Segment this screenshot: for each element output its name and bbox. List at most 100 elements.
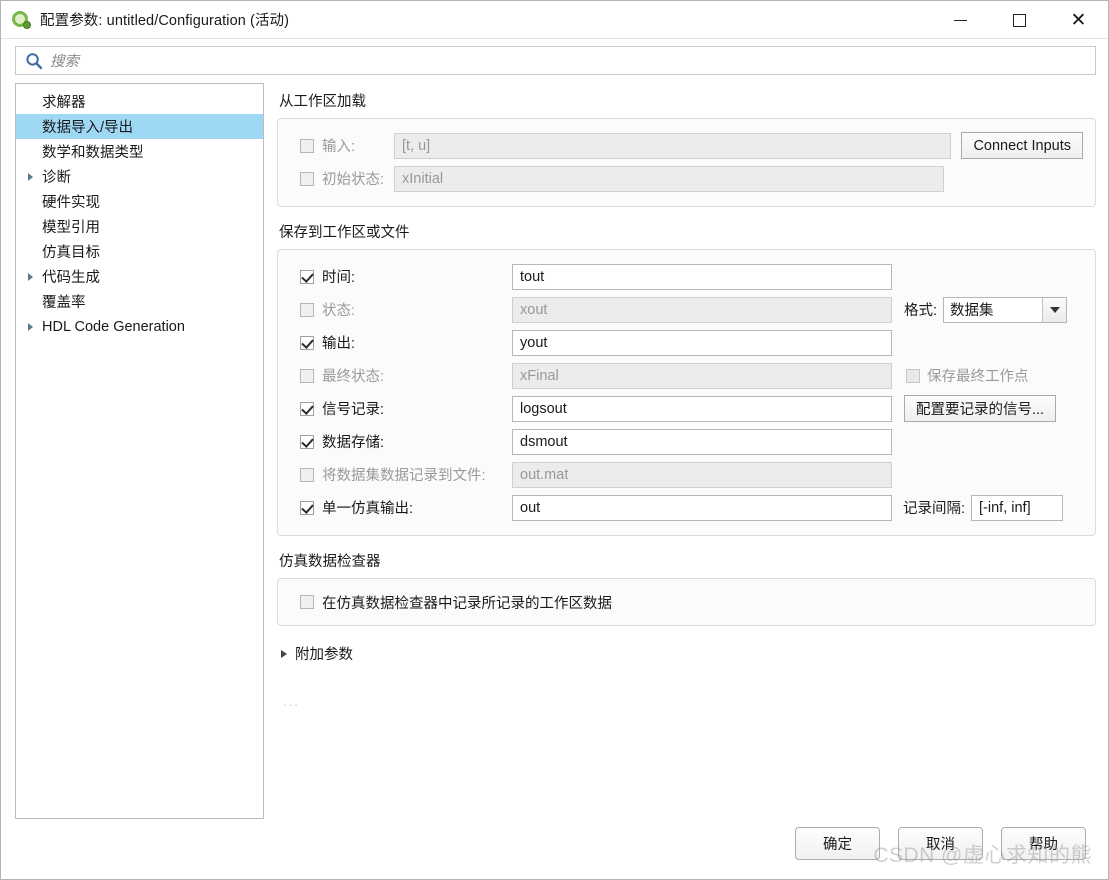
states-label: 状态: (322, 303, 356, 319)
final-states-label: 最终状态: (322, 369, 385, 385)
format-label: 格式: (904, 303, 938, 319)
save-final-operating-point-checkbox[interactable] (906, 368, 920, 383)
sidebar-item-model-referencing[interactable]: 模型引用 (16, 214, 263, 239)
search-icon (26, 52, 43, 69)
configuration-parameters-window: 配置参数: untitled/Configuration (活动) ✕ 搜索 求… (0, 0, 1109, 880)
output-label: 输出: (322, 336, 356, 352)
inspector-section-title: 仿真数据检查器 (279, 554, 381, 570)
sidebar-item-hardware-implementation[interactable]: 硬件实现 (16, 189, 263, 214)
dialog-footer: 确定 取消 帮助 CSDN @虚心求知的熊 (1, 819, 1108, 879)
record-workspace-data-checkbox[interactable] (300, 595, 314, 609)
data-stores-label: 数据存储: (322, 435, 385, 451)
data-stores-field[interactable]: dsmout (512, 428, 892, 455)
settings-pane: 从工作区加载 输入: [t, u] Connect Inputs 初始状态: x… (277, 83, 1096, 819)
signal-logging-field[interactable]: logsout (512, 395, 892, 422)
initial-state-checkbox[interactable] (300, 171, 314, 186)
additional-parameters-label: 附加参数 (295, 647, 353, 663)
settings-tree[interactable]: 求解器 数据导入/导出 数学和数据类型 诊断 硬件实现 模型引用 仿真目标 代码… (15, 83, 264, 819)
logging-interval-label: 记录间隔: (903, 501, 966, 517)
simulation-data-inspector-group: 在仿真数据检查器中记录所记录的工作区数据 (277, 578, 1096, 626)
sidebar-item-coverage[interactable]: 覆盖率 (16, 289, 263, 314)
title-bar: 配置参数: untitled/Configuration (活动) ✕ (1, 1, 1108, 39)
connect-inputs-button[interactable]: Connect Inputs (961, 132, 1083, 159)
input-checkbox[interactable] (300, 138, 314, 153)
maximize-button[interactable] (990, 1, 1049, 39)
single-simulation-output-label: 单一仿真输出: (322, 501, 414, 517)
dialog-body: 求解器 数据导入/导出 数学和数据类型 诊断 硬件实现 模型引用 仿真目标 代码… (1, 83, 1108, 819)
logging-interval-field[interactable]: [-inf, inf] (971, 494, 1064, 521)
sidebar-item-label: 数据导入/导出 (42, 120, 134, 136)
record-workspace-data-label: 在仿真数据检查器中记录所记录的工作区数据 (322, 595, 612, 612)
save-section-title: 保存到工作区或文件 (279, 225, 410, 241)
time-label: 时间: (322, 270, 356, 286)
log-dataset-to-file-checkbox[interactable] (300, 467, 314, 482)
states-row: 状态: xout 格式: 数据集 (290, 293, 1083, 326)
ellipsis-indicator: ... (283, 694, 300, 709)
window-title: 配置参数: untitled/Configuration (活动) (40, 13, 290, 29)
window-controls: ✕ (931, 1, 1108, 39)
initial-state-row: 初始状态: xInitial (290, 162, 1083, 195)
format-select[interactable]: 数据集 (943, 296, 1068, 323)
save-final-operating-point-label: 保存最终工作点 (927, 369, 1029, 385)
time-field[interactable]: tout (512, 263, 892, 290)
chevron-down-icon[interactable] (1042, 297, 1067, 322)
time-checkbox[interactable] (300, 269, 314, 284)
initial-state-field[interactable]: xInitial (394, 165, 944, 192)
sidebar-item-simulation-target[interactable]: 仿真目标 (16, 239, 263, 264)
sidebar-item-solver[interactable]: 求解器 (16, 89, 263, 114)
states-checkbox[interactable] (300, 302, 314, 317)
chevron-right-icon[interactable] (22, 272, 38, 281)
data-stores-checkbox[interactable] (300, 434, 314, 449)
record-workspace-data-row: 在仿真数据检查器中记录所记录的工作区数据 (290, 588, 1083, 616)
sidebar-item-hdl-code-generation[interactable]: HDL Code Generation (16, 314, 263, 339)
log-dataset-to-file-label: 将数据集数据记录到文件: (322, 468, 486, 484)
load-from-workspace-group: 输入: [t, u] Connect Inputs 初始状态: xInitial (277, 118, 1096, 207)
signal-logging-checkbox[interactable] (300, 401, 314, 416)
final-states-field[interactable]: xFinal (512, 362, 892, 389)
sidebar-item-label: 硬件实现 (42, 195, 100, 211)
signal-logging-row: 信号记录: logsout 配置要记录的信号... (290, 392, 1083, 425)
sidebar-item-data-import-export[interactable]: 数据导入/导出 (16, 114, 263, 139)
configure-signals-to-log-button[interactable]: 配置要记录的信号... (904, 395, 1057, 422)
input-row: 输入: [t, u] Connect Inputs (290, 129, 1083, 162)
close-button[interactable]: ✕ (1049, 1, 1108, 39)
sidebar-item-label: HDL Code Generation (42, 318, 185, 335)
minimize-button[interactable] (931, 1, 990, 39)
time-row: 时间: tout (290, 260, 1083, 293)
search-placeholder: 搜索 (50, 54, 79, 70)
input-field[interactable]: [t, u] (394, 132, 952, 159)
single-simulation-output-field[interactable]: out (512, 494, 892, 521)
final-states-checkbox[interactable] (300, 368, 314, 383)
single-simulation-output-checkbox[interactable] (300, 500, 314, 515)
additional-parameters-toggle[interactable]: 附加参数 (281, 643, 1096, 664)
chevron-right-icon (281, 649, 287, 658)
help-button[interactable]: 帮助 (1001, 826, 1086, 860)
states-field[interactable]: xout (512, 296, 892, 323)
output-checkbox[interactable] (300, 335, 314, 350)
sidebar-item-diagnostics[interactable]: 诊断 (16, 164, 263, 189)
sidebar-item-label: 仿真目标 (42, 245, 100, 261)
output-row: 输出: yout (290, 326, 1083, 359)
format-select-value: 数据集 (950, 303, 994, 319)
signal-logging-label: 信号记录: (322, 402, 385, 418)
sidebar-item-code-generation[interactable]: 代码生成 (16, 264, 263, 289)
ok-button[interactable]: 确定 (795, 826, 880, 860)
chevron-right-icon[interactable] (22, 172, 38, 181)
sidebar-item-label: 覆盖率 (42, 295, 86, 311)
sidebar-item-label: 模型引用 (42, 220, 100, 236)
sidebar-item-math-and-data-types[interactable]: 数学和数据类型 (16, 139, 263, 164)
data-stores-row: 数据存储: dsmout (290, 425, 1083, 458)
final-states-row: 最终状态: xFinal 保存最终工作点 (290, 359, 1083, 392)
input-label: 输入: (322, 139, 356, 155)
log-dataset-to-file-row: 将数据集数据记录到文件: out.mat (290, 458, 1083, 491)
chevron-right-icon[interactable] (22, 322, 38, 331)
simulink-icon (11, 10, 31, 30)
search-input[interactable]: 搜索 (15, 46, 1096, 75)
sidebar-item-label: 代码生成 (42, 270, 100, 286)
output-field[interactable]: yout (512, 329, 892, 356)
cancel-button[interactable]: 取消 (898, 826, 983, 860)
load-section-title: 从工作区加载 (279, 94, 366, 110)
log-dataset-to-file-field[interactable]: out.mat (512, 461, 892, 488)
single-simulation-output-row: 单一仿真输出: out 记录间隔: [-inf, inf] (290, 491, 1083, 524)
search-bar: 搜索 (1, 39, 1108, 83)
